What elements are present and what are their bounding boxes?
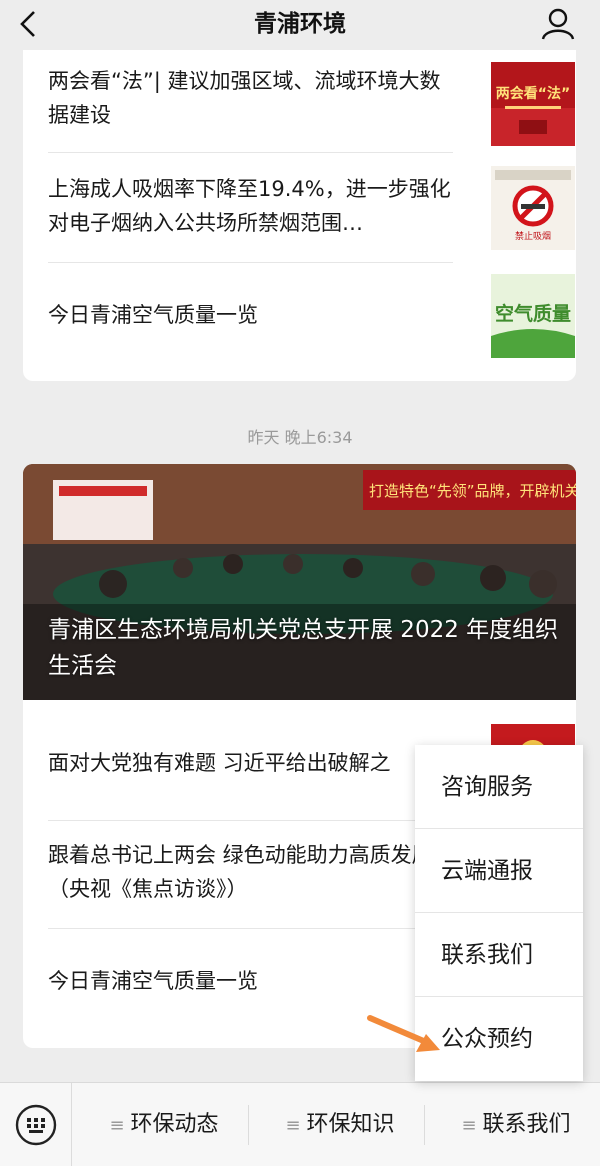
profile-icon[interactable] bbox=[540, 6, 576, 42]
nav-header: 青浦环境 bbox=[0, 0, 600, 50]
article-item[interactable]: 今日青浦空气质量一览 空气质量 bbox=[48, 272, 575, 372]
divider bbox=[48, 152, 453, 153]
menu-lines-icon: ≡ bbox=[461, 1115, 477, 1136]
article-group-card: 两会看“法”| 建议加强区域、流域环境大数据建设 两会看“法” 上海成人吸烟率下… bbox=[23, 40, 576, 381]
article-title: 面对大党独有难题 习近平给出破解之 bbox=[48, 751, 391, 775]
article-thumbnail: 空气质量 bbox=[491, 274, 575, 358]
divider bbox=[48, 262, 453, 263]
tab-contact-us[interactable]: ≡ 联系我们 bbox=[432, 1083, 600, 1166]
article-item[interactable]: 上海成人吸烟率下降至19.4%，进一步强化对电子烟纳入公共场所禁烟范围… 禁止吸… bbox=[48, 162, 575, 262]
divider bbox=[48, 820, 453, 821]
menu-lines-icon: ≡ bbox=[285, 1115, 301, 1136]
keyboard-icon bbox=[15, 1104, 57, 1146]
tab-env-news[interactable]: ≡ 环保动态 bbox=[80, 1083, 248, 1166]
pointer-arrow-icon bbox=[367, 1015, 440, 1052]
hero-title: 青浦区生态环境局机关党总支开展 2022 年度组织生活会 bbox=[48, 617, 559, 679]
menu-item-consult[interactable]: 咨询服务 bbox=[415, 745, 583, 829]
tab-label: 联系我们 bbox=[482, 1112, 571, 1137]
divider bbox=[248, 1105, 249, 1145]
menu-lines-icon: ≡ bbox=[109, 1115, 125, 1136]
tab-label: 环保知识 bbox=[306, 1112, 395, 1137]
menu-item-cloud-report[interactable]: 云端通报 bbox=[415, 829, 583, 913]
page-title: 青浦环境 bbox=[254, 11, 346, 37]
thumb-label: 空气质量 bbox=[495, 302, 571, 325]
article-title: 上海成人吸烟率下降至19.4%，进一步强化对电子烟纳入公共场所禁烟范围… bbox=[48, 177, 451, 235]
hero-banner-text: 打造特色“先领”品牌，开辟机关 bbox=[369, 482, 576, 500]
article-title: 两会看“法”| 建议加强区域、流域环境大数据建设 bbox=[48, 69, 441, 127]
article-title: 今日青浦空气质量一览 bbox=[48, 969, 258, 993]
article-item[interactable]: 两会看“法”| 建议加强区域、流域环境大数据建设 两会看“法” bbox=[48, 56, 575, 146]
keyboard-toggle[interactable] bbox=[0, 1083, 72, 1166]
tab-label: 环保动态 bbox=[130, 1112, 219, 1137]
timestamp: 昨天 晚上6:34 bbox=[247, 428, 353, 447]
divider bbox=[424, 1105, 425, 1145]
hero-article[interactable]: 打造特色“先领”品牌，开辟机关 青浦区生态环境局机关党总支开展 2022 年度组… bbox=[23, 464, 576, 700]
article-title: 跟着总书记上两会 绿色动能助力高质发展（央视《焦点访谈》） bbox=[48, 843, 433, 901]
thumb-label: 两会看“法” bbox=[496, 85, 570, 102]
bottom-menu-bar: ≡ 环保动态 ≡ 环保知识 ≡ 联系我们 bbox=[0, 1082, 600, 1166]
menu-item-contact[interactable]: 联系我们 bbox=[415, 913, 583, 997]
article-thumbnail: 两会看“法” bbox=[491, 62, 575, 146]
article-title: 今日青浦空气质量一览 bbox=[48, 303, 258, 327]
article-thumbnail: 禁止吸烟 bbox=[491, 166, 575, 250]
thumb-label: 禁止吸烟 bbox=[515, 230, 551, 242]
tab-env-knowledge[interactable]: ≡ 环保知识 bbox=[256, 1083, 424, 1166]
divider bbox=[48, 928, 453, 929]
